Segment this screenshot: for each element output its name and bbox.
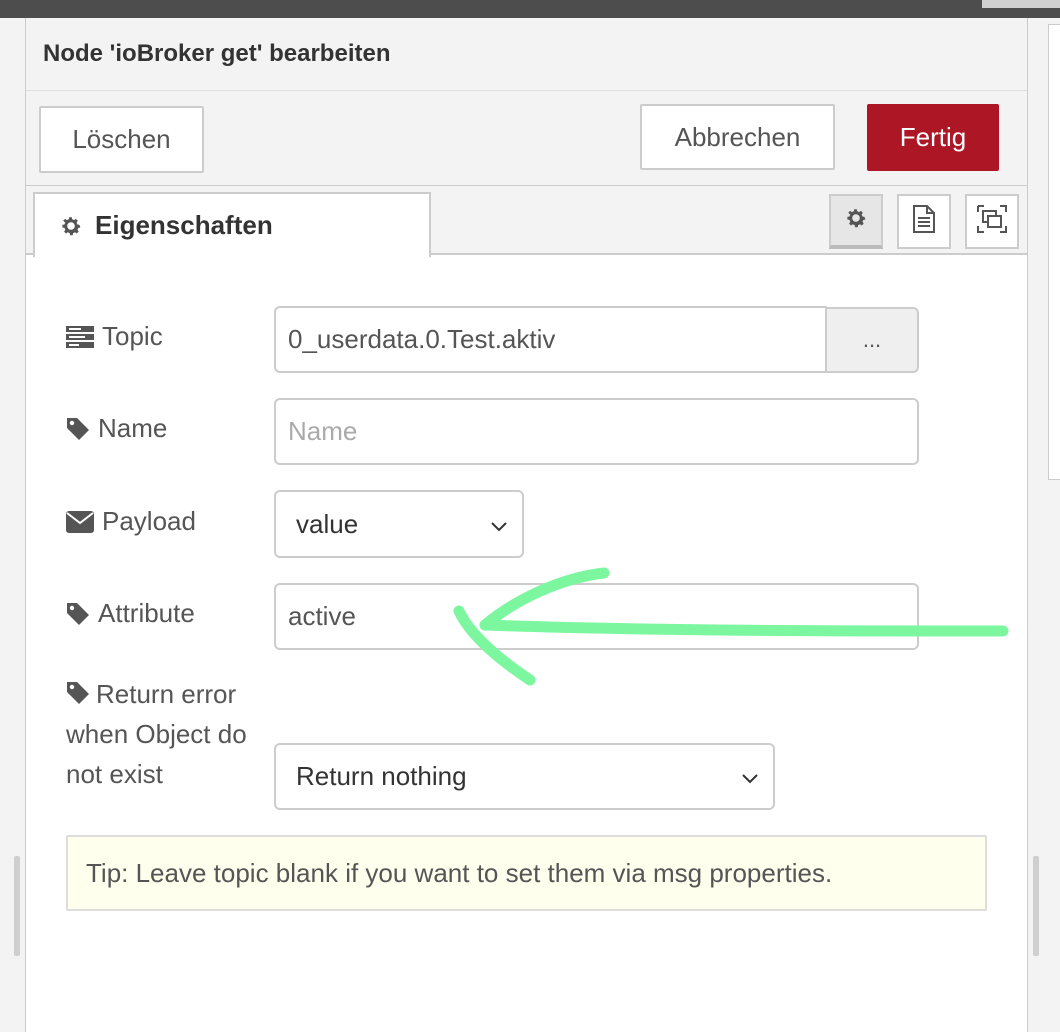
- tab-description-button[interactable]: [897, 194, 951, 249]
- tab-appearance-button[interactable]: [965, 194, 1019, 249]
- attribute-label: Attribute: [66, 598, 195, 629]
- edit-tray: Node 'ioBroker get' bearbeiten Löschen A…: [26, 18, 1027, 1032]
- return-error-label: Return error when Object do not exist: [66, 674, 266, 794]
- delete-button[interactable]: Löschen: [39, 106, 204, 173]
- tab-bar: Eigenschaften: [26, 186, 1027, 257]
- name-label: Name: [66, 413, 167, 444]
- topic-input[interactable]: 0_userdata.0.Test.aktiv: [274, 306, 827, 373]
- gear-icon: [59, 214, 83, 238]
- topic-label: Topic: [66, 321, 163, 352]
- document-icon: [911, 204, 937, 239]
- left-workspace-edge: [0, 18, 26, 1032]
- tag-icon: [66, 681, 90, 705]
- done-button[interactable]: Fertig: [867, 104, 999, 171]
- return-error-select[interactable]: Return nothing: [274, 743, 775, 810]
- attribute-input[interactable]: active: [274, 583, 919, 650]
- topic-browse-button[interactable]: ...: [827, 307, 919, 373]
- left-scrollbar[interactable]: [14, 856, 20, 956]
- right-workspace-edge: [1027, 18, 1060, 1032]
- tray-title: Node 'ioBroker get' bearbeiten: [43, 40, 391, 67]
- payload-label: Payload: [66, 506, 196, 537]
- chevron-down-icon: [490, 509, 508, 540]
- tasks-icon: [66, 325, 94, 349]
- envelope-icon: [66, 510, 94, 533]
- name-label-text: Name: [98, 413, 168, 443]
- topic-label-text: Topic: [102, 321, 163, 351]
- tag-icon: [66, 417, 90, 441]
- name-input[interactable]: Name: [274, 398, 919, 465]
- tip-box: Tip: Leave topic blank if you want to se…: [66, 835, 987, 911]
- return-error-label-text: Return error when Object do not exist: [66, 679, 247, 789]
- gear-icon: [844, 206, 868, 235]
- tray-toolbar: Löschen Abbrechen Fertig: [26, 91, 1027, 186]
- layout-icon: [976, 204, 1008, 239]
- chevron-down-icon: [741, 761, 759, 792]
- payload-select[interactable]: value: [274, 490, 524, 558]
- cancel-button[interactable]: Abbrechen: [640, 104, 835, 170]
- right-side-panel: [1048, 24, 1060, 480]
- top-bar-right-strip: [982, 0, 1060, 8]
- attribute-label-text: Attribute: [98, 598, 195, 628]
- tray-header: Node 'ioBroker get' bearbeiten: [26, 18, 1027, 91]
- right-scrollbar[interactable]: [1033, 856, 1039, 956]
- tab-properties-label: Eigenschaften: [95, 210, 273, 240]
- payload-label-text: Payload: [102, 506, 196, 536]
- payload-select-value: value: [296, 508, 359, 539]
- tag-icon: [66, 602, 90, 626]
- tab-settings-button[interactable]: [829, 194, 883, 249]
- return-error-select-value: Return nothing: [296, 761, 467, 791]
- top-bar: [0, 0, 1060, 18]
- tab-properties[interactable]: Eigenschaften: [33, 192, 431, 257]
